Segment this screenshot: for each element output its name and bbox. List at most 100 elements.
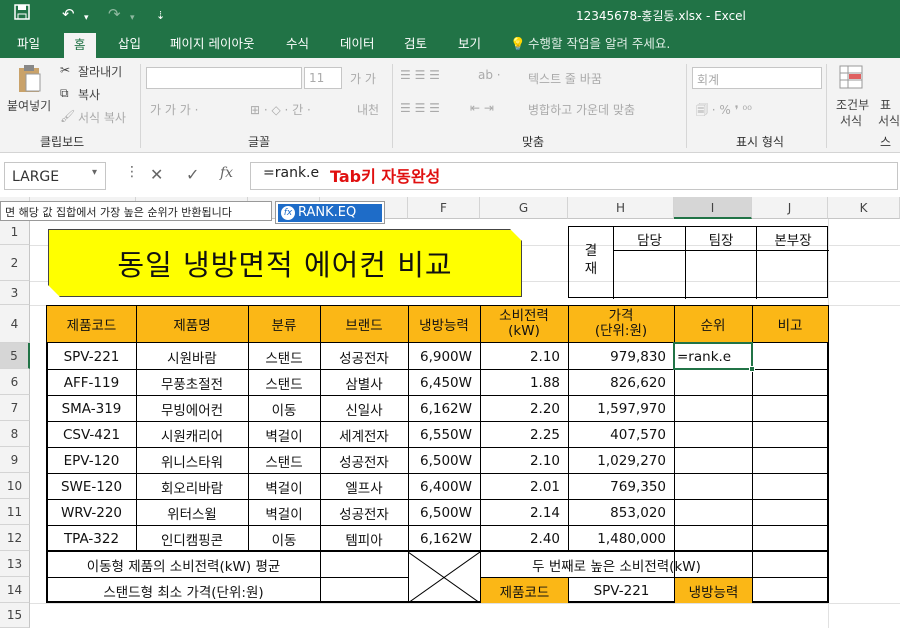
lookup-capacity-value[interactable] [753, 578, 828, 603]
cell-power[interactable]: 2.14 [480, 500, 568, 525]
cell-category[interactable]: 벽걸이 [248, 500, 320, 525]
lookup-code-value[interactable]: SPV-221 [569, 578, 674, 603]
tab-insert[interactable]: 삽입 [118, 36, 141, 52]
cell-name[interactable]: 위터스윌 [136, 500, 248, 525]
cell-note[interactable] [752, 448, 828, 473]
row-header[interactable]: 4 [0, 305, 30, 343]
paste-button[interactable]: 붙여넣기 [7, 97, 51, 114]
cell-brand[interactable]: 삼별사 [320, 370, 408, 395]
row-header[interactable]: 13 [0, 551, 30, 577]
cell-price[interactable]: 979,830 [568, 344, 674, 369]
format-as-table-button[interactable]: 표 [880, 96, 891, 113]
cell-note[interactable] [752, 344, 828, 369]
redo-dropdown-icon[interactable]: ▾ [130, 8, 135, 28]
cell-code[interactable]: EPV-120 [47, 448, 136, 473]
cell-price[interactable]: 1,029,270 [568, 448, 674, 473]
cell-category[interactable]: 스탠드 [248, 448, 320, 473]
tab-data[interactable]: 데이터 [340, 36, 375, 52]
orientation-icon[interactable]: ab · [478, 68, 501, 82]
cell-brand[interactable]: 성공전자 [320, 500, 408, 525]
cell-rank[interactable] [674, 474, 752, 499]
cell-note[interactable] [752, 396, 828, 421]
format-as-table-button-line2[interactable]: 서식 [878, 112, 900, 129]
cell-category[interactable]: 벽걸이 [248, 474, 320, 499]
row-header[interactable]: 10 [0, 473, 30, 499]
border-fill-icons[interactable]: ⊞ · ◇ · 간 · [250, 101, 311, 118]
cell-price[interactable]: 826,620 [568, 370, 674, 395]
cell-code[interactable]: CSV-421 [47, 422, 136, 447]
cell-rank[interactable] [674, 396, 752, 421]
row-header[interactable]: 11 [0, 499, 30, 525]
tab-page-layout[interactable]: 페이지 레이아웃 [170, 36, 254, 52]
cell-note[interactable] [752, 422, 828, 447]
vertical-align-icons[interactable]: ☰ ☰ ☰ [400, 68, 440, 82]
cell-name[interactable]: 시원바람 [136, 344, 248, 369]
copy-button[interactable]: 복사 [78, 86, 100, 103]
conditional-format-button-line2[interactable]: 서식 [840, 112, 862, 129]
cell-brand[interactable]: 엘프사 [320, 474, 408, 499]
worksheet-grid[interactable]: B C D E F G H I J K 1 2 3 4 5 6 7 8 9 10… [0, 197, 900, 628]
cell-power[interactable]: 1.88 [480, 370, 568, 395]
tab-file[interactable]: 파일 [17, 36, 40, 52]
undo-dropdown-icon[interactable]: ▾ [84, 8, 89, 28]
scissors-icon[interactable]: ✂ [60, 63, 70, 77]
conditional-format-button[interactable]: 조건부 [836, 96, 869, 113]
cell-price[interactable]: 1,480,000 [568, 526, 674, 551]
cell-brand[interactable]: 성공전자 [320, 448, 408, 473]
cell-price[interactable]: 853,020 [568, 500, 674, 525]
row-header[interactable]: 2 [0, 245, 30, 281]
active-cell-i5[interactable] [673, 342, 753, 370]
cell-name[interactable]: 인디캠핑콘 [136, 526, 248, 551]
redo-icon[interactable]: ↷ [108, 4, 121, 24]
fill-handle[interactable] [749, 366, 755, 372]
cell-power[interactable]: 2.10 [480, 448, 568, 473]
cell-rank[interactable] [674, 500, 752, 525]
cut-button[interactable]: 잘라내기 [78, 63, 122, 80]
cancel-icon[interactable]: ✕ [150, 165, 163, 184]
name-box-dropdown-icon[interactable]: ▾ [92, 167, 97, 178]
cell-capacity[interactable]: 6,162W [408, 526, 480, 551]
cell-capacity[interactable]: 6,162W [408, 396, 480, 421]
min-price-stand-value[interactable] [321, 578, 408, 603]
cell-price[interactable]: 1,597,970 [568, 396, 674, 421]
wrap-text-button[interactable]: 텍스트 줄 바꿈 [528, 70, 602, 87]
cell-capacity[interactable]: 6,500W [408, 500, 480, 525]
grow-font-icon[interactable]: 가 가 [350, 70, 376, 87]
cell-note[interactable] [752, 474, 828, 499]
column-header-i[interactable]: I [674, 197, 752, 219]
cell-brand[interactable]: 성공전자 [320, 344, 408, 369]
tab-formulas[interactable]: 수식 [286, 36, 309, 52]
cell-code[interactable]: TPA-322 [47, 526, 136, 551]
column-header-f[interactable]: F [408, 197, 480, 219]
cell-category[interactable]: 스탠드 [248, 370, 320, 395]
row-header[interactable]: 6 [0, 369, 30, 395]
cell-price[interactable]: 769,350 [568, 474, 674, 499]
cell-category[interactable]: 벽걸이 [248, 422, 320, 447]
tell-me-input[interactable]: 수행할 작업을 알려 주세요. [528, 36, 670, 52]
cell-capacity[interactable]: 6,400W [408, 474, 480, 499]
cell-rank[interactable] [674, 370, 752, 395]
font-name-combo[interactable] [146, 67, 302, 89]
cell-code[interactable]: AFF-119 [47, 370, 136, 395]
cell-power[interactable]: 2.01 [480, 474, 568, 499]
enter-icon[interactable]: ✓ [186, 165, 199, 184]
conditional-format-icon[interactable] [838, 64, 864, 90]
cell-name[interactable]: 위니스타워 [136, 448, 248, 473]
cell-brand[interactable]: 세계전자 [320, 422, 408, 447]
cell-name[interactable]: 무빙에어컨 [136, 396, 248, 421]
row-header[interactable]: 8 [0, 421, 30, 447]
cell-code[interactable]: SMA-319 [47, 396, 136, 421]
column-header-h[interactable]: H [568, 197, 674, 219]
cell-name[interactable]: 무풍초절전 [136, 370, 248, 395]
row-header[interactable]: 14 [0, 577, 30, 603]
undo-icon[interactable]: ↶ [62, 4, 75, 24]
row-header[interactable]: 9 [0, 447, 30, 473]
cell-capacity[interactable]: 6,500W [408, 448, 480, 473]
name-box[interactable]: LARGE [4, 162, 106, 190]
avg-power-mobile-value[interactable] [321, 552, 408, 577]
cell-power[interactable]: 2.40 [480, 526, 568, 551]
autocomplete-item[interactable]: fx RANK.EQ [278, 204, 382, 222]
cell-category[interactable]: 스탠드 [248, 344, 320, 369]
cell-code[interactable]: SPV-221 [47, 344, 136, 369]
format-painter-icon[interactable]: 🖌 [60, 109, 75, 123]
